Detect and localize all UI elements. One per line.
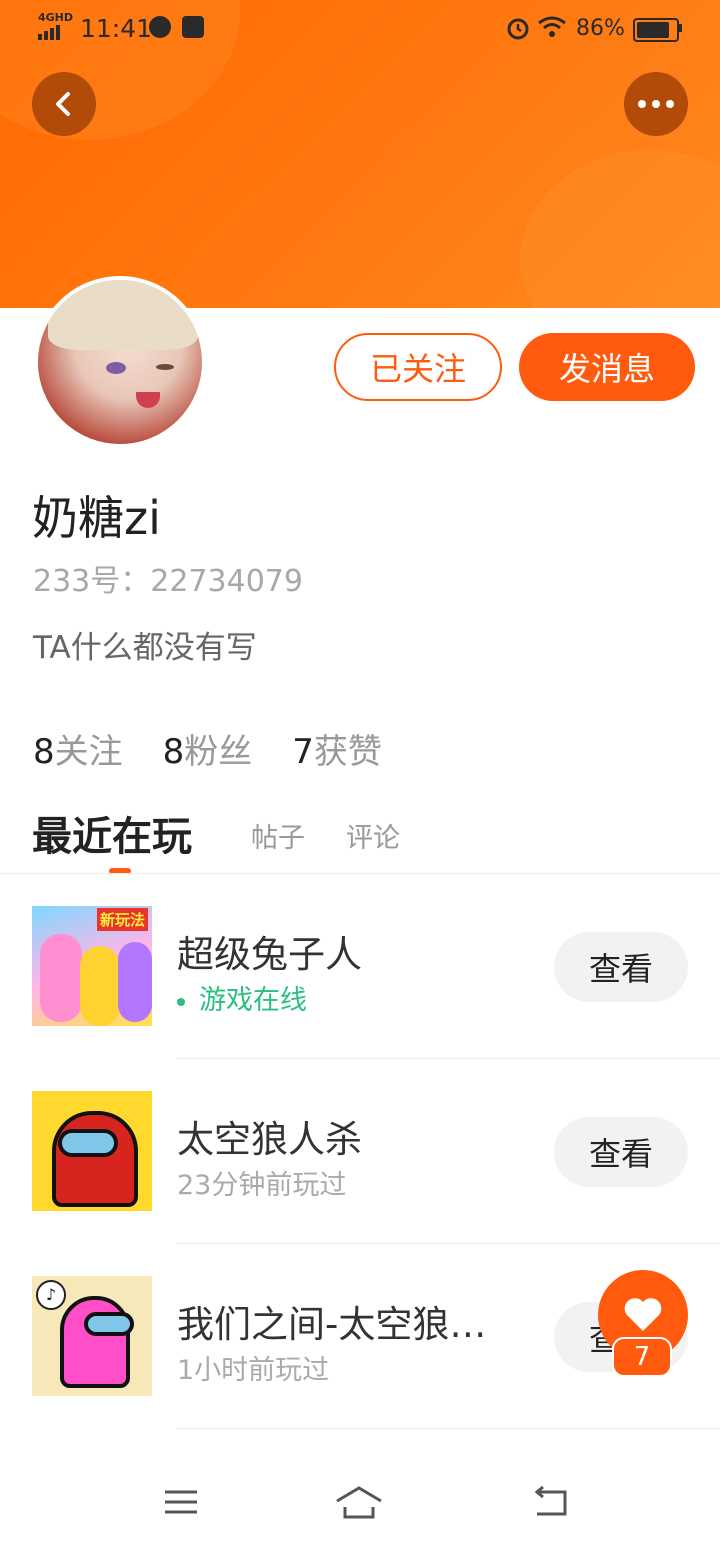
system-navigation-bar bbox=[0, 1460, 720, 1544]
chevron-left-icon bbox=[56, 92, 70, 116]
stat-label: 获赞 bbox=[313, 732, 382, 772]
game-status: 23分钟前玩过 bbox=[177, 1170, 347, 1201]
status-bar: 4GHD 11:41 86% bbox=[0, 0, 720, 58]
thumbnail-figure bbox=[60, 1296, 130, 1388]
followed-button[interactable]: 已关注 bbox=[334, 333, 502, 401]
game-thumbnail bbox=[32, 1091, 152, 1211]
stat-label: 粉丝 bbox=[184, 732, 253, 772]
tab-posts[interactable]: 帖子 bbox=[251, 816, 305, 855]
menu-nav-button[interactable] bbox=[156, 1482, 206, 1522]
compass-icon bbox=[149, 16, 171, 38]
game-status: 1小时前玩过 bbox=[177, 1355, 330, 1386]
signal-icon bbox=[38, 25, 73, 40]
profile-stats: 8关注 8粉丝 7获赞 bbox=[33, 724, 422, 773]
network-type-label: 4GHD bbox=[38, 11, 74, 24]
user-bio: TA什么都没有写 bbox=[33, 630, 257, 666]
stat-number: 7 bbox=[292, 732, 314, 772]
new-mode-tag: 新玩法 bbox=[96, 908, 148, 931]
music-note-icon: ♪ bbox=[36, 1280, 66, 1310]
send-message-button[interactable]: 发消息 bbox=[519, 333, 695, 401]
thumbnail-figure bbox=[84, 1312, 134, 1336]
game-thumbnail: 新玩法 bbox=[32, 906, 152, 1026]
stat-fans[interactable]: 8粉丝 bbox=[163, 724, 253, 773]
return-icon bbox=[534, 1486, 567, 1516]
avatar-mouth bbox=[136, 392, 160, 408]
home-icon bbox=[336, 1486, 382, 1519]
list-divider bbox=[176, 1058, 720, 1059]
game-name: 超级兔子人 bbox=[177, 933, 362, 976]
network-indicator: 4GHD bbox=[38, 12, 73, 40]
view-button[interactable]: 查看 bbox=[554, 1117, 688, 1187]
avatar-eye bbox=[156, 364, 174, 370]
game-thumbnail: ♪ bbox=[32, 1276, 152, 1396]
tabs-divider bbox=[0, 873, 720, 874]
more-options-button[interactable] bbox=[624, 72, 688, 136]
game-name: 太空狼人杀 bbox=[177, 1118, 362, 1161]
more-dot-icon bbox=[666, 100, 674, 108]
avatar-eye bbox=[106, 362, 126, 374]
menu-icon bbox=[165, 1490, 197, 1514]
heart-icon bbox=[624, 1298, 662, 1331]
stat-following[interactable]: 8关注 bbox=[33, 724, 123, 773]
home-nav-button[interactable] bbox=[334, 1482, 384, 1522]
thumbnail-figure bbox=[52, 1111, 138, 1207]
view-button[interactable]: 查看 bbox=[554, 932, 688, 1002]
stat-number: 8 bbox=[162, 732, 185, 772]
media-icon bbox=[182, 16, 204, 38]
stat-likes[interactable]: 7获赞 bbox=[292, 724, 382, 773]
alarm-icon bbox=[507, 18, 529, 40]
clock: 11:41 bbox=[80, 14, 153, 43]
user-id: 233号：22734079 bbox=[33, 564, 303, 599]
tab-comments[interactable]: 评论 bbox=[346, 816, 400, 855]
profile-header-banner: 4GHD 11:41 86% bbox=[0, 0, 720, 308]
like-count-badge: 7 bbox=[612, 1337, 672, 1377]
battery-icon bbox=[633, 18, 679, 42]
profile-tabs: 最近在玩 帖子 评论 bbox=[32, 804, 720, 874]
game-name: 我们之间-太空狼… bbox=[177, 1303, 487, 1346]
avatar-hair bbox=[48, 280, 198, 350]
avatar[interactable] bbox=[34, 276, 206, 448]
more-dot-icon bbox=[652, 100, 660, 108]
list-divider bbox=[176, 1428, 720, 1429]
back-nav-button[interactable] bbox=[524, 1482, 574, 1522]
list-item[interactable]: 新玩法 超级兔子人 游戏在线 查看 bbox=[0, 906, 720, 1091]
list-item[interactable]: 太空狼人杀 23分钟前玩过 查看 bbox=[0, 1091, 720, 1276]
game-status: 游戏在线 bbox=[177, 978, 307, 1017]
stat-number: 8 bbox=[33, 732, 55, 772]
thumbnail-figure bbox=[58, 1129, 118, 1157]
decorative-blob bbox=[520, 150, 720, 308]
more-dot-icon bbox=[638, 100, 646, 108]
battery-percent: 86% bbox=[576, 16, 625, 41]
battery-tip bbox=[679, 24, 682, 32]
username: 奶糖zi bbox=[32, 491, 161, 545]
tab-recently-played[interactable]: 最近在玩 bbox=[32, 804, 192, 862]
thumbnail-figure bbox=[40, 934, 82, 1022]
stat-label: 关注 bbox=[54, 732, 123, 772]
back-button[interactable] bbox=[32, 72, 96, 136]
wifi-icon bbox=[538, 16, 566, 37]
list-divider bbox=[176, 1243, 720, 1244]
thumbnail-figure bbox=[118, 942, 152, 1022]
thumbnail-figure bbox=[80, 946, 120, 1026]
